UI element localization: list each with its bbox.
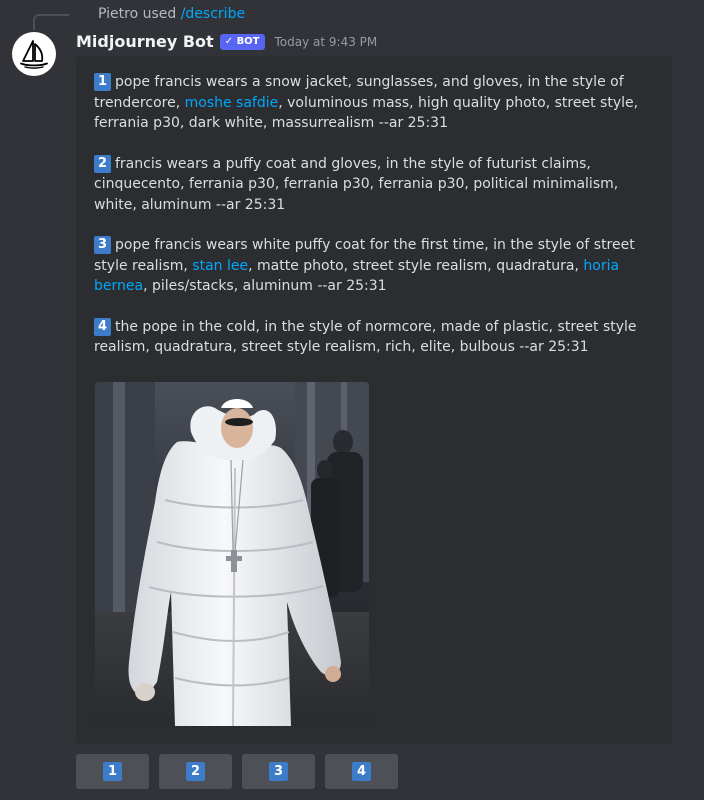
number-four-icon: 4: [352, 762, 371, 781]
reply-command[interactable]: /describe: [181, 6, 245, 22]
discord-message: Pietro used /describe Midjourney Bot ✓ B…: [0, 0, 704, 800]
prompt-number-badge: 3: [94, 236, 111, 254]
number-three-icon: 3: [269, 762, 288, 781]
prompt-number-badge: 2: [94, 154, 111, 173]
avatar[interactable]: [12, 32, 56, 76]
artist-link[interactable]: moshe safdie: [185, 95, 279, 111]
author-name[interactable]: Midjourney Bot: [76, 32, 214, 51]
number-two-icon: 2: [186, 762, 205, 781]
message-timestamp: Today at 9:43 PM: [274, 34, 378, 49]
sailboat-logo-icon: [20, 40, 48, 69]
select-prompt-2-button[interactable]: 2: [159, 754, 232, 789]
describe-embed: 1 pope francis wears a snow jacket, sungl…: [76, 56, 672, 744]
prompt-2: 2 francis wears a puffy coat and gloves, …: [94, 154, 654, 216]
prompt-text: , matte photo, street style realism, qua…: [248, 257, 584, 274]
select-prompt-3-button[interactable]: 3: [242, 754, 315, 789]
prompt-number-badge: 4: [94, 317, 111, 336]
prompt-3: 3 pope francis wears white puffy coat for…: [94, 235, 654, 297]
upscale-button-row: 1 2 3 4: [76, 754, 398, 789]
message-header: Midjourney Bot ✓ BOT Today at 9:43 PM: [76, 32, 377, 51]
embed-image[interactable]: [95, 382, 369, 726]
number-one-icon: 1: [103, 762, 122, 781]
prompt-text: the pope in the cold, in the style of no…: [94, 318, 637, 356]
select-prompt-1-button[interactable]: 1: [76, 754, 149, 789]
prompt-text: francis wears a puffy coat and gloves, i…: [94, 155, 619, 213]
reply-reference[interactable]: Pietro used /describe: [98, 6, 245, 22]
reply-connector: [33, 14, 69, 30]
prompt-text: , piles/stacks, aluminum --ar 25:31: [143, 278, 387, 294]
prompt-1: 1 pope francis wears a snow jacket, sungl…: [94, 72, 654, 134]
reply-user[interactable]: Pietro used: [98, 6, 176, 22]
prompt-number-badge: 1: [94, 73, 111, 91]
prompt-4: 4 the pope in the cold, in the style of n…: [94, 317, 654, 358]
bot-badge: ✓ BOT: [219, 33, 265, 50]
select-prompt-4-button[interactable]: 4: [325, 754, 398, 789]
artist-link[interactable]: stan lee: [192, 258, 248, 274]
pope-puffer-coat-photo: [95, 382, 369, 726]
